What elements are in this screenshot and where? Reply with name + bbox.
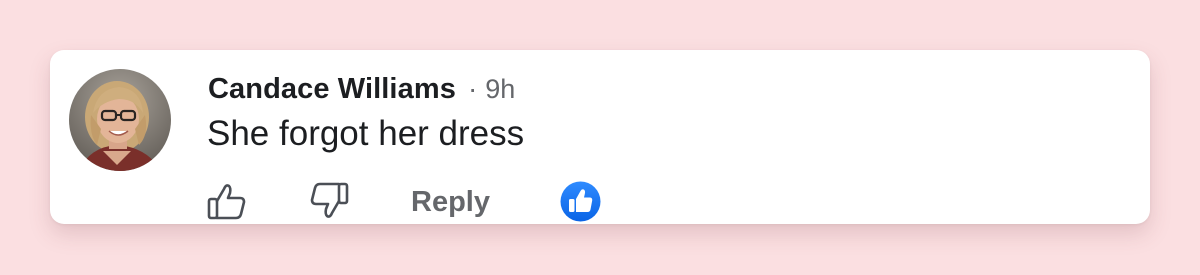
comment-header: Candace Williams · 9h (208, 72, 515, 106)
thumbs-up-outline-icon (207, 184, 246, 220)
separator-dot: · (467, 73, 478, 104)
author-name[interactable]: Candace Williams (208, 73, 456, 106)
comment-text: She forgot her dress (207, 114, 525, 153)
timestamp[interactable]: 9h (485, 74, 515, 105)
blue-like-reaction-icon (560, 181, 601, 222)
comment-card: Candace Williams · 9h She forgot her dre… (50, 50, 1150, 224)
avatar-image (69, 69, 171, 171)
thumbs-down-outline-icon (310, 182, 349, 218)
reaction-badge[interactable] (560, 181, 601, 222)
reply-button[interactable]: Reply (411, 186, 490, 219)
like-button[interactable] (206, 180, 248, 222)
dislike-button[interactable] (308, 180, 350, 222)
avatar[interactable] (69, 69, 171, 171)
